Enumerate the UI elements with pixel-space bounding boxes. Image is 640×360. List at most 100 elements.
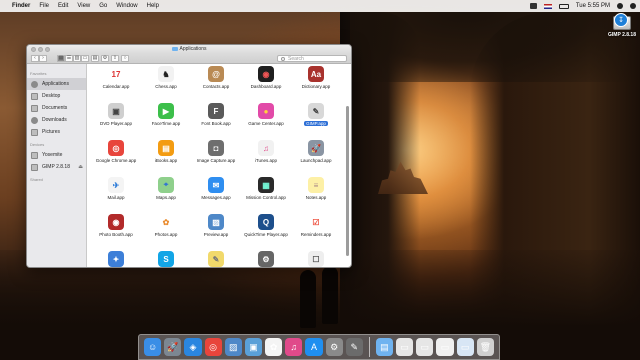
quicktime-player-icon: Q	[258, 214, 274, 230]
menu-finder[interactable]: Finder	[12, 3, 30, 9]
dictionary-icon: Aa	[308, 66, 324, 82]
app-name: Messages.app	[201, 195, 231, 200]
app-item[interactable]: ✦	[91, 249, 141, 267]
eject-icon[interactable]: ⏏	[78, 164, 83, 170]
sidebar-item-desktop[interactable]: Desktop	[27, 90, 86, 102]
app-item-photo-booth[interactable]: ◉ Photo Booth.app	[91, 212, 141, 249]
trash-icon[interactable]: 🗑	[476, 338, 494, 356]
app-item-dvd-player[interactable]: ▣ DVD Player.app	[91, 101, 141, 138]
image-viewer-icon[interactable]: ▣	[244, 338, 263, 356]
tag-button[interactable]: ○	[121, 54, 129, 62]
app-name: Dictionary.app	[301, 84, 331, 89]
app-item-mail[interactable]: ✈ Mail.app	[91, 175, 141, 212]
app-item-reminders[interactable]: ☑ Reminders.app	[291, 212, 341, 249]
app-item-google-chrome[interactable]: ◎ Google Chrome.app	[91, 138, 141, 175]
menu-go[interactable]: Go	[99, 3, 107, 9]
app-item-quicktime-player[interactable]: Q QuickTime Player.app	[241, 212, 291, 249]
app-item[interactable]: ⚙	[241, 249, 291, 267]
system-preferences-icon[interactable]: ⚙	[325, 338, 343, 356]
photos-icon[interactable]: ✿	[265, 338, 283, 356]
app-name: Contacts.app	[202, 84, 230, 89]
preview-icon[interactable]: ▨	[224, 338, 242, 356]
sidebar-item-pictures[interactable]: Pictures	[27, 126, 86, 138]
gimp-icon[interactable]: ✎	[345, 338, 363, 356]
sidebar-item-gimp[interactable]: GIMP 2.8.18 ⏏	[27, 161, 86, 173]
app-item-mission-control[interactable]: ▦ Mission Control.app	[241, 175, 291, 212]
menu-bar: Finder File Edit View Go Window Help Tue…	[0, 0, 640, 12]
app-item-gimp[interactable]: ✎ GIMP.app	[291, 101, 341, 138]
search-icon[interactable]	[617, 3, 623, 9]
view-coverflow-button[interactable]: ▭	[81, 54, 89, 62]
menu-file[interactable]: File	[39, 3, 49, 9]
app-item-launchpad[interactable]: 🚀 Launchpad.app	[291, 138, 341, 175]
app-item-ibooks[interactable]: ▤ iBooks.app	[141, 138, 191, 175]
status-area: Tue 5:55 PM	[529, 3, 636, 9]
window-1-icon[interactable]: ▭	[396, 338, 414, 356]
desktop-disk-gimp[interactable]: ↧ GIMP 2.8.18	[604, 13, 640, 44]
sidebar-item-documents[interactable]: Documents	[27, 102, 86, 114]
app-item-messages[interactable]: ✉ Messages.app	[191, 175, 241, 212]
app-item-maps[interactable]: ⌖ Maps.app	[141, 175, 191, 212]
menu-view[interactable]: View	[77, 3, 90, 9]
flag-icon[interactable]	[543, 3, 552, 9]
safari-icon[interactable]: ◈	[184, 338, 202, 356]
app-item[interactable]: S	[141, 249, 191, 267]
view-columns-button[interactable]: ▥	[73, 54, 81, 62]
wallpaper-figure	[322, 266, 338, 324]
app-item-contacts[interactable]: @ Contacts.app	[191, 64, 241, 101]
scroll-thumb[interactable]	[346, 106, 349, 256]
app-item-game-center[interactable]: ● Game Center.app	[241, 101, 291, 138]
view-icons-button[interactable]: ▦	[57, 54, 65, 62]
app-store-icon[interactable]: A	[305, 338, 323, 356]
sidebar-item-label: Downloads	[42, 117, 67, 123]
sidebar-item-yosemite[interactable]: Yosemite	[27, 149, 86, 161]
search-input[interactable]: Search	[277, 54, 347, 62]
launchpad-icon[interactable]: 🚀	[164, 338, 182, 356]
sidebar-item-label: Pictures	[42, 129, 61, 135]
app-item-preview[interactable]: ▨ Preview.app	[191, 212, 241, 249]
clock[interactable]: Tue 5:55 PM	[576, 3, 610, 9]
view-list-button[interactable]: ☰	[65, 54, 73, 62]
app-item-font-book[interactable]: F Font Book.app	[191, 101, 241, 138]
app-item[interactable]: ✎	[191, 249, 241, 267]
sidebar-item-downloads[interactable]: Downloads	[27, 114, 86, 126]
battery-icon[interactable]	[558, 3, 569, 9]
action-button[interactable]: ⚙	[101, 54, 109, 62]
dock-separator	[368, 337, 370, 357]
window-3-icon[interactable]: ▭	[436, 338, 454, 356]
google-chrome-icon: ◎	[108, 140, 124, 156]
notification-icon[interactable]	[630, 3, 636, 9]
app-item-dictionary[interactable]: Aa Dictionary.app	[291, 64, 341, 101]
app-item-itunes[interactable]: ♫ iTunes.app	[241, 138, 291, 175]
app-item-calendar[interactable]: 17 Calendar.app	[91, 64, 141, 101]
app-item-chess[interactable]: ♞ Chess.app	[141, 64, 191, 101]
arrange-button[interactable]: ▤	[91, 54, 99, 62]
status-icon[interactable]	[529, 3, 537, 9]
share-button[interactable]: ⇪	[111, 54, 119, 62]
app-icon: ⚙	[258, 251, 274, 267]
app-icon: ☐	[308, 251, 324, 267]
app-item-dashboard[interactable]: ◉ Dashboard.app	[241, 64, 291, 101]
back-button[interactable]: ‹	[31, 54, 39, 62]
sidebar-item-applications[interactable]: Applications	[27, 78, 86, 90]
title-bar[interactable]: Applications	[27, 45, 351, 53]
menu-window[interactable]: Window	[116, 3, 137, 9]
finder-icon[interactable]: ☺	[144, 338, 162, 356]
app-item-facetime[interactable]: ▶ FaceTime.app	[141, 101, 191, 138]
scrollbar[interactable]	[346, 68, 349, 264]
app-item-image-capture[interactable]: ◘ Image Capture.app	[191, 138, 241, 175]
applications-folder-icon[interactable]: ▤	[375, 338, 394, 356]
app-name: FaceTime.app	[151, 121, 181, 126]
sidebar-heading-devices: Devices	[30, 142, 45, 147]
menu-help[interactable]: Help	[147, 3, 159, 9]
forward-button[interactable]: ›	[39, 54, 47, 62]
app-item-photos[interactable]: ✿ Photos.app	[141, 212, 191, 249]
app-item[interactable]: ☐	[291, 249, 341, 267]
chrome-icon[interactable]: ◎	[204, 338, 222, 356]
app-item-notes[interactable]: ≡ Notes.app	[291, 175, 341, 212]
window-4-icon[interactable]: ▭	[456, 338, 474, 356]
window-2-icon[interactable]: ▭	[416, 338, 434, 356]
itunes-icon[interactable]: ♫	[285, 338, 303, 356]
menu-edit[interactable]: Edit	[58, 3, 68, 9]
pictures-icon	[31, 128, 38, 136]
